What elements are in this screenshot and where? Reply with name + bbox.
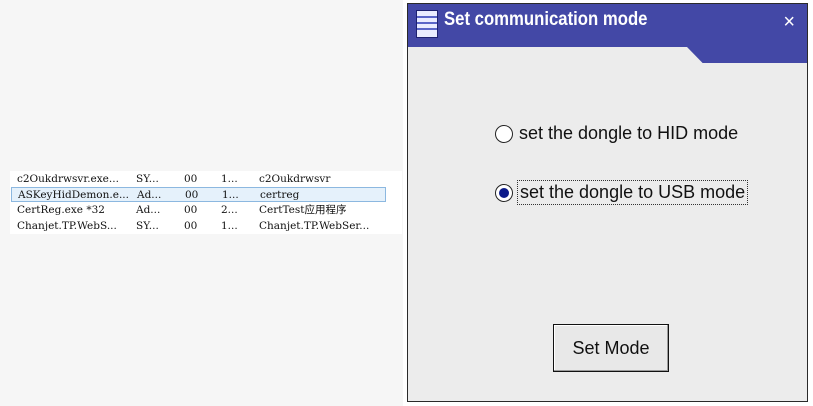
set-mode-button[interactable]: Set Mode [553, 324, 669, 372]
process-user: SY... [136, 220, 159, 232]
table-row-selected[interactable]: ASKeyHidDemon.e... Ad... 00 1... certreg [11, 187, 386, 202]
process-cpu: 00 [185, 189, 199, 201]
process-user: SY... [136, 173, 159, 185]
process-name: Chanjet.TP.WebS... [17, 220, 117, 232]
process-cpu: 00 [184, 204, 198, 216]
process-name: c2Oukdrwsvr.exe... [17, 173, 119, 185]
process-name: ASKeyHidDemon.e... [18, 189, 129, 201]
hid-mode-radio[interactable] [495, 124, 513, 143]
dialog-title: Set communication mode [444, 9, 648, 30]
process-cpu: 00 [184, 220, 198, 232]
process-memory: 1... [222, 189, 239, 201]
titlebar-decoration [687, 47, 807, 63]
table-row[interactable]: CertReg.exe *32 Ad... 00 2... CertTest应用… [10, 202, 402, 218]
process-user: Ad... [136, 204, 161, 216]
communication-mode-dialog: Set communication mode × set the dongle … [407, 3, 808, 402]
usb-mode-label: set the dongle to USB mode [517, 180, 749, 205]
usb-mode-option[interactable]: set the dongle to USB mode [495, 180, 749, 205]
close-button[interactable]: × [783, 12, 795, 32]
table-row[interactable]: c2Oukdrwsvr.exe... SY... 00 1... c2Oukdr… [10, 171, 402, 187]
usb-mode-radio[interactable] [495, 183, 513, 202]
process-name: CertReg.exe *32 [17, 204, 105, 216]
process-memory: 1... [221, 173, 238, 185]
process-cpu: 00 [184, 173, 198, 185]
process-table: c2Oukdrwsvr.exe... SY... 00 1... c2Oukdr… [10, 171, 402, 234]
process-memory: 2... [221, 204, 238, 216]
process-user: Ad... [137, 189, 162, 201]
process-description: CertTest应用程序 [259, 204, 347, 216]
process-description: certreg [260, 189, 300, 201]
process-description: c2Oukdrwsvr [259, 173, 331, 185]
app-icon [416, 10, 438, 38]
process-description: Chanjet.TP.WebSer... [259, 220, 370, 232]
process-memory: 1... [221, 220, 238, 232]
hid-mode-option[interactable]: set the dongle to HID mode [495, 122, 740, 145]
task-manager-panel: c2Oukdrwsvr.exe... SY... 00 1... c2Oukdr… [0, 0, 403, 406]
table-row[interactable]: Chanjet.TP.WebS... SY... 00 1... Chanjet… [10, 218, 402, 234]
dialog-titlebar[interactable]: Set communication mode × [408, 4, 807, 47]
hid-mode-label: set the dongle to HID mode [519, 123, 739, 143]
